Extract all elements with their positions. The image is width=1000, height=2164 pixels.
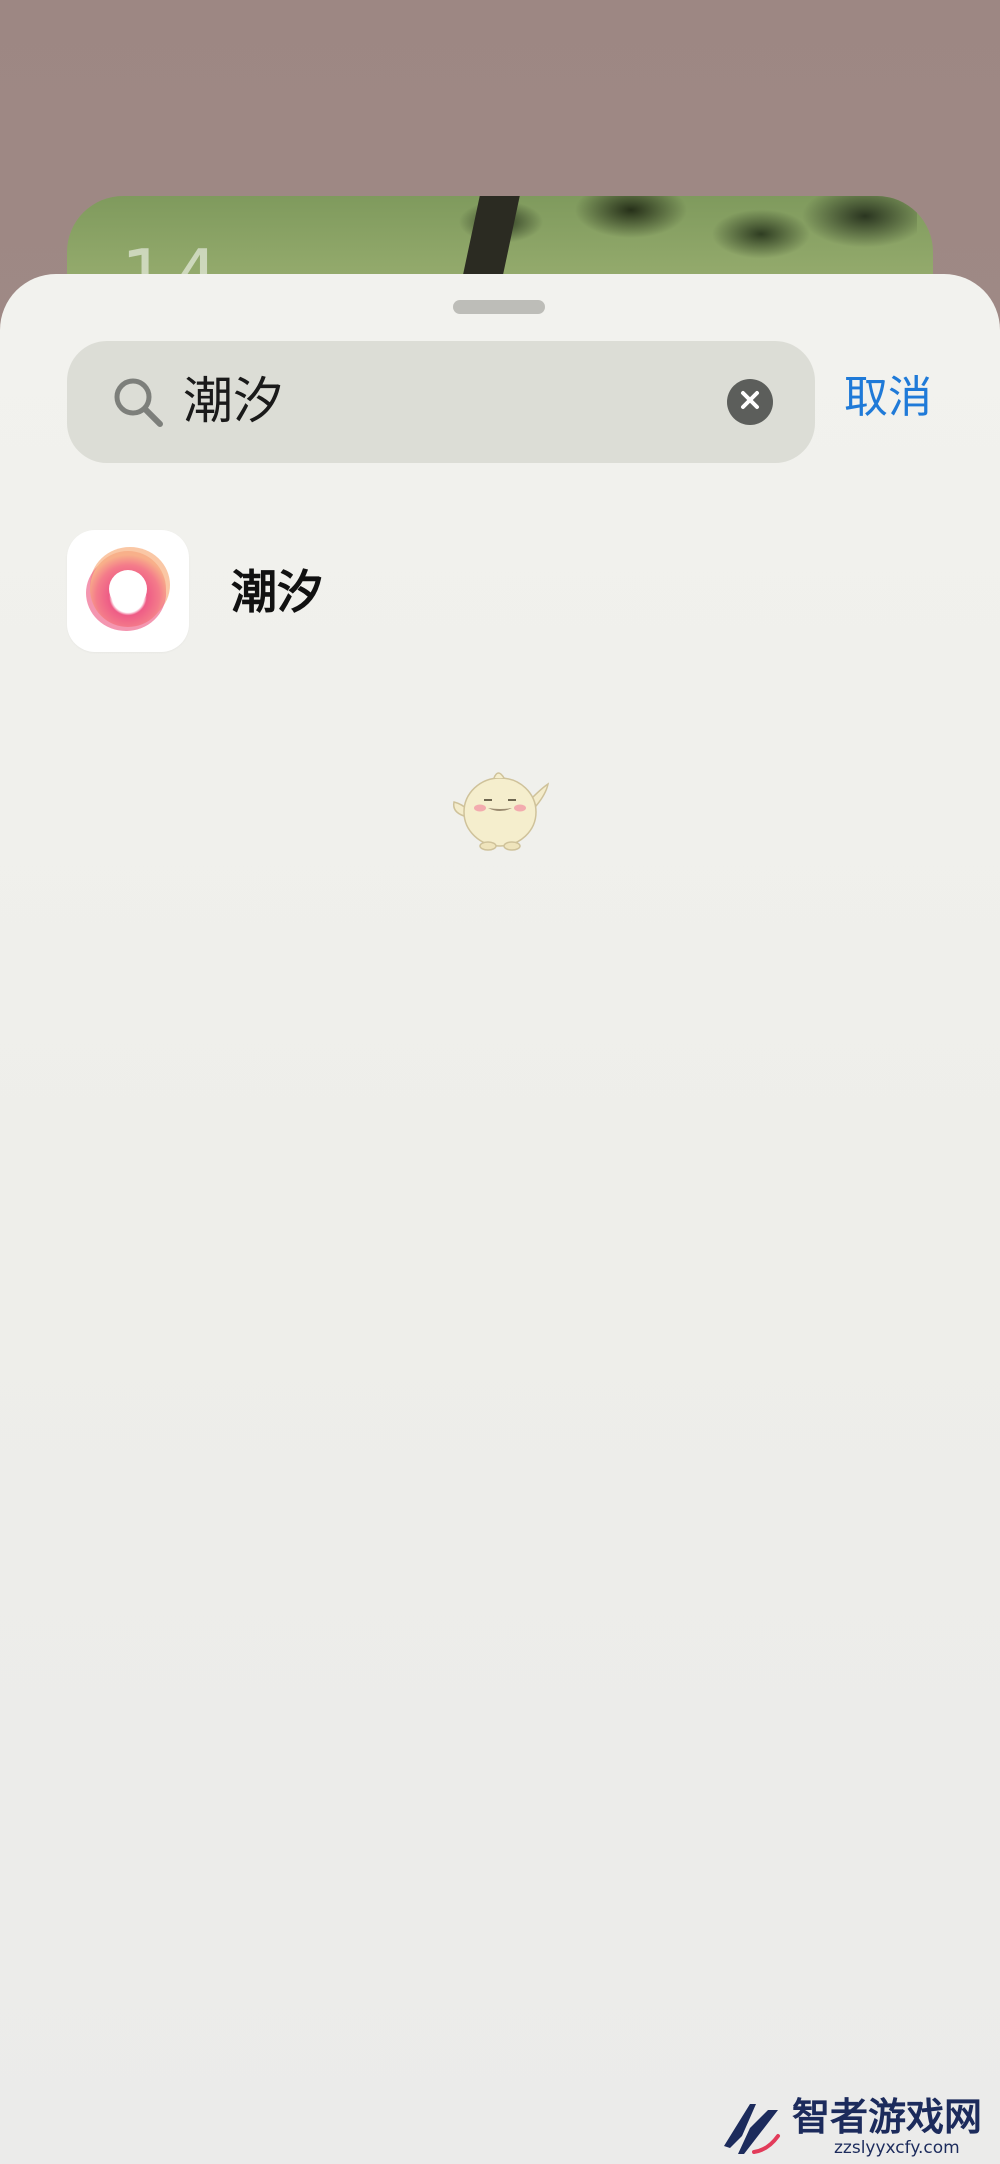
search-input[interactable]: [183, 369, 663, 433]
search-bar[interactable]: [67, 341, 815, 463]
tide-app-icon[interactable]: [67, 530, 189, 652]
mascot-sticker-image: [448, 762, 552, 856]
sheet-grabber-handle[interactable]: [453, 300, 545, 314]
search-icon: [111, 375, 165, 429]
clear-search-button[interactable]: [727, 379, 773, 425]
watermark-url: zzslyyxcfy.com: [834, 2138, 960, 2158]
watermark-title: 智者游戏网: [792, 2095, 983, 2139]
watermark-logo-icon: [720, 2096, 782, 2160]
search-sheet: 取消 潮汐: [0, 274, 1000, 2164]
search-result-app[interactable]: 潮汐: [67, 530, 933, 654]
close-circle-icon: [739, 389, 761, 415]
cancel-button[interactable]: 取消: [844, 370, 932, 426]
result-label: 潮汐: [231, 565, 323, 619]
site-watermark: 智者游戏网 zzslyyxcfy.com: [720, 2094, 1000, 2164]
